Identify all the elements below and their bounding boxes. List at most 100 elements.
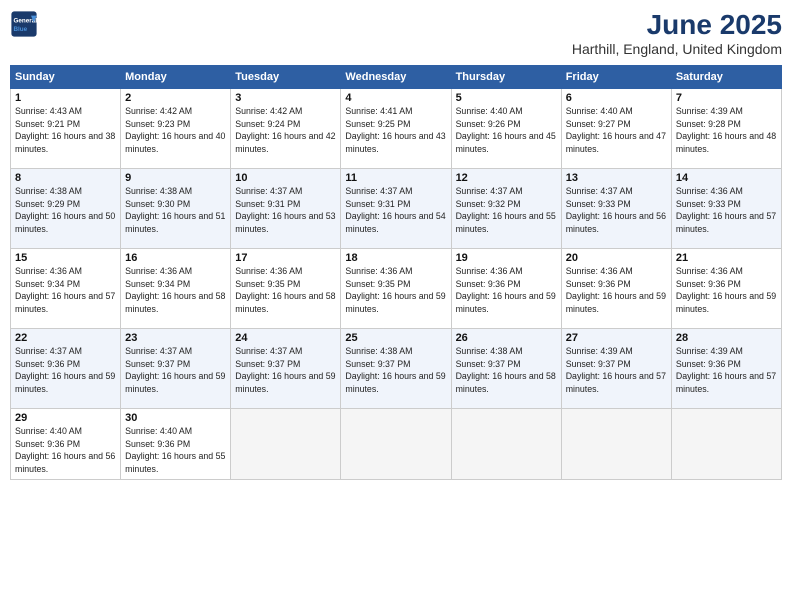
table-row: 3 Sunrise: 4:42 AMSunset: 9:24 PMDayligh… [231, 88, 341, 168]
day-number: 18 [345, 252, 446, 264]
table-row: 28 Sunrise: 4:39 AMSunset: 9:36 PMDaylig… [671, 328, 781, 408]
table-row: 10 Sunrise: 4:37 AMSunset: 9:31 PMDaylig… [231, 168, 341, 248]
table-row: 17 Sunrise: 4:36 AMSunset: 9:35 PMDaylig… [231, 248, 341, 328]
table-row: 24 Sunrise: 4:37 AMSunset: 9:37 PMDaylig… [231, 328, 341, 408]
day-number: 8 [15, 172, 116, 184]
table-row [561, 408, 671, 479]
day-number: 24 [235, 332, 336, 344]
calendar-table: Sunday Monday Tuesday Wednesday Thursday… [10, 65, 782, 480]
day-number: 22 [15, 332, 116, 344]
table-row: 16 Sunrise: 4:36 AMSunset: 9:34 PMDaylig… [121, 248, 231, 328]
table-row: 22 Sunrise: 4:37 AMSunset: 9:36 PMDaylig… [11, 328, 121, 408]
calendar-header-row: Sunday Monday Tuesday Wednesday Thursday… [11, 65, 782, 88]
day-number: 16 [125, 252, 226, 264]
day-number: 30 [125, 412, 226, 424]
day-info: Sunrise: 4:39 AMSunset: 9:36 PMDaylight:… [676, 346, 776, 394]
day-info: Sunrise: 4:36 AMSunset: 9:36 PMDaylight:… [676, 266, 776, 314]
day-number: 19 [456, 252, 557, 264]
day-info: Sunrise: 4:40 AMSunset: 9:27 PMDaylight:… [566, 106, 666, 154]
header-saturday: Saturday [671, 65, 781, 88]
title-block: June 2025 Harthill, England, United King… [572, 10, 782, 57]
table-row [341, 408, 451, 479]
day-info: Sunrise: 4:38 AMSunset: 9:30 PMDaylight:… [125, 186, 225, 234]
day-info: Sunrise: 4:37 AMSunset: 9:32 PMDaylight:… [456, 186, 556, 234]
table-row [231, 408, 341, 479]
day-info: Sunrise: 4:37 AMSunset: 9:31 PMDaylight:… [235, 186, 335, 234]
day-number: 5 [456, 92, 557, 104]
table-row: 2 Sunrise: 4:42 AMSunset: 9:23 PMDayligh… [121, 88, 231, 168]
day-number: 15 [15, 252, 116, 264]
header-monday: Monday [121, 65, 231, 88]
table-row: 7 Sunrise: 4:39 AMSunset: 9:28 PMDayligh… [671, 88, 781, 168]
day-number: 29 [15, 412, 116, 424]
day-info: Sunrise: 4:36 AMSunset: 9:36 PMDaylight:… [566, 266, 666, 314]
day-info: Sunrise: 4:41 AMSunset: 9:25 PMDaylight:… [345, 106, 445, 154]
day-info: Sunrise: 4:37 AMSunset: 9:37 PMDaylight:… [235, 346, 335, 394]
day-number: 25 [345, 332, 446, 344]
day-info: Sunrise: 4:36 AMSunset: 9:34 PMDaylight:… [125, 266, 225, 314]
day-info: Sunrise: 4:40 AMSunset: 9:26 PMDaylight:… [456, 106, 556, 154]
table-row: 4 Sunrise: 4:41 AMSunset: 9:25 PMDayligh… [341, 88, 451, 168]
day-number: 12 [456, 172, 557, 184]
table-row: 18 Sunrise: 4:36 AMSunset: 9:35 PMDaylig… [341, 248, 451, 328]
day-info: Sunrise: 4:37 AMSunset: 9:37 PMDaylight:… [125, 346, 225, 394]
day-info: Sunrise: 4:42 AMSunset: 9:24 PMDaylight:… [235, 106, 335, 154]
day-number: 7 [676, 92, 777, 104]
day-info: Sunrise: 4:39 AMSunset: 9:37 PMDaylight:… [566, 346, 666, 394]
day-info: Sunrise: 4:38 AMSunset: 9:29 PMDaylight:… [15, 186, 115, 234]
day-info: Sunrise: 4:38 AMSunset: 9:37 PMDaylight:… [456, 346, 556, 394]
logo-icon: General Blue [10, 10, 38, 38]
header: General Blue June 2025 Harthill, England… [10, 10, 782, 57]
header-friday: Friday [561, 65, 671, 88]
day-info: Sunrise: 4:36 AMSunset: 9:35 PMDaylight:… [235, 266, 335, 314]
table-row: 27 Sunrise: 4:39 AMSunset: 9:37 PMDaylig… [561, 328, 671, 408]
table-row [671, 408, 781, 479]
day-number: 4 [345, 92, 446, 104]
header-sunday: Sunday [11, 65, 121, 88]
day-info: Sunrise: 4:37 AMSunset: 9:36 PMDaylight:… [15, 346, 115, 394]
day-number: 3 [235, 92, 336, 104]
page: General Blue June 2025 Harthill, England… [0, 0, 792, 612]
table-row: 12 Sunrise: 4:37 AMSunset: 9:32 PMDaylig… [451, 168, 561, 248]
table-row: 23 Sunrise: 4:37 AMSunset: 9:37 PMDaylig… [121, 328, 231, 408]
table-row: 20 Sunrise: 4:36 AMSunset: 9:36 PMDaylig… [561, 248, 671, 328]
day-number: 14 [676, 172, 777, 184]
day-info: Sunrise: 4:36 AMSunset: 9:33 PMDaylight:… [676, 186, 776, 234]
location: Harthill, England, United Kingdom [572, 41, 782, 57]
table-row: 8 Sunrise: 4:38 AMSunset: 9:29 PMDayligh… [11, 168, 121, 248]
day-number: 6 [566, 92, 667, 104]
day-info: Sunrise: 4:43 AMSunset: 9:21 PMDaylight:… [15, 106, 115, 154]
table-row: 14 Sunrise: 4:36 AMSunset: 9:33 PMDaylig… [671, 168, 781, 248]
day-info: Sunrise: 4:36 AMSunset: 9:34 PMDaylight:… [15, 266, 115, 314]
day-info: Sunrise: 4:42 AMSunset: 9:23 PMDaylight:… [125, 106, 225, 154]
table-row: 13 Sunrise: 4:37 AMSunset: 9:33 PMDaylig… [561, 168, 671, 248]
day-number: 10 [235, 172, 336, 184]
table-row: 25 Sunrise: 4:38 AMSunset: 9:37 PMDaylig… [341, 328, 451, 408]
table-row: 1 Sunrise: 4:43 AMSunset: 9:21 PMDayligh… [11, 88, 121, 168]
svg-text:Blue: Blue [14, 26, 28, 33]
table-row: 30 Sunrise: 4:40 AMSunset: 9:36 PMDaylig… [121, 408, 231, 479]
day-number: 1 [15, 92, 116, 104]
day-number: 23 [125, 332, 226, 344]
header-tuesday: Tuesday [231, 65, 341, 88]
table-row: 19 Sunrise: 4:36 AMSunset: 9:36 PMDaylig… [451, 248, 561, 328]
day-info: Sunrise: 4:38 AMSunset: 9:37 PMDaylight:… [345, 346, 445, 394]
day-info: Sunrise: 4:40 AMSunset: 9:36 PMDaylight:… [15, 426, 115, 474]
table-row: 6 Sunrise: 4:40 AMSunset: 9:27 PMDayligh… [561, 88, 671, 168]
day-info: Sunrise: 4:39 AMSunset: 9:28 PMDaylight:… [676, 106, 776, 154]
table-row [451, 408, 561, 479]
day-number: 28 [676, 332, 777, 344]
logo: General Blue [10, 10, 38, 38]
table-row: 5 Sunrise: 4:40 AMSunset: 9:26 PMDayligh… [451, 88, 561, 168]
day-info: Sunrise: 4:37 AMSunset: 9:33 PMDaylight:… [566, 186, 666, 234]
day-number: 17 [235, 252, 336, 264]
day-number: 11 [345, 172, 446, 184]
table-row: 21 Sunrise: 4:36 AMSunset: 9:36 PMDaylig… [671, 248, 781, 328]
day-number: 27 [566, 332, 667, 344]
day-number: 26 [456, 332, 557, 344]
day-number: 9 [125, 172, 226, 184]
header-thursday: Thursday [451, 65, 561, 88]
day-number: 2 [125, 92, 226, 104]
table-row: 26 Sunrise: 4:38 AMSunset: 9:37 PMDaylig… [451, 328, 561, 408]
day-info: Sunrise: 4:36 AMSunset: 9:36 PMDaylight:… [456, 266, 556, 314]
